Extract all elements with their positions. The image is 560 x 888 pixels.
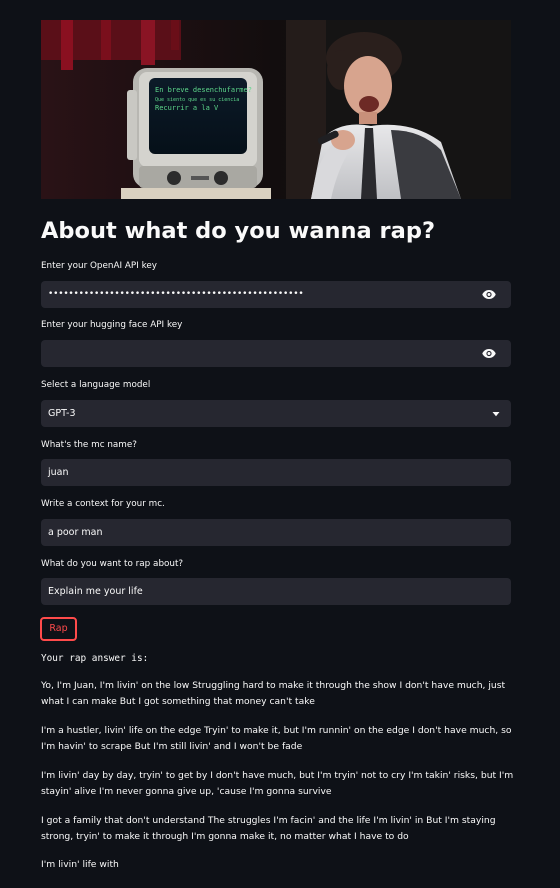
- rap-button[interactable]: Rap: [40, 617, 77, 641]
- answer-heading: Your rap answer is:: [41, 653, 149, 664]
- svg-text:Recurrir a la V: Recurrir a la V: [155, 104, 219, 112]
- model-select-label: Select a language model: [41, 380, 151, 390]
- answer-paragraph: I'm livin' day by day, tryin' to get by …: [41, 770, 514, 797]
- svg-text:En breve desenchufarme?: En breve desenchufarme?: [155, 86, 252, 94]
- eye-icon[interactable]: [482, 348, 496, 359]
- app-page: En breve desenchufarme? Que siento que e…: [0, 0, 560, 888]
- answer-paragraph: Yo, I'm Juan, I'm livin' on the low Stru…: [41, 680, 506, 707]
- topic-label: What do you want to rap about?: [41, 559, 184, 569]
- openai-key-value: ••••••••••••••••••••••••••••••••••••••••…: [48, 289, 304, 299]
- context-input[interactable]: a poor man: [41, 519, 511, 546]
- eye-icon[interactable]: [482, 289, 496, 300]
- openai-key-input[interactable]: ••••••••••••••••••••••••••••••••••••••••…: [41, 281, 511, 308]
- model-select[interactable]: GPT-3: [41, 400, 511, 427]
- crt-monitor: En breve desenchufarme? Que siento que e…: [121, 68, 271, 199]
- mc-name-value: juan: [48, 467, 69, 478]
- hf-key-input[interactable]: [41, 340, 511, 367]
- context-value: a poor man: [48, 527, 103, 538]
- answer-paragraph: I got a family that don't understand The…: [41, 815, 496, 842]
- hf-key-label: Enter your hugging face API key: [41, 320, 183, 330]
- model-select-value: GPT-3: [48, 408, 76, 419]
- mc-name-input[interactable]: juan: [41, 459, 511, 486]
- svg-text:Que siento que es su ciencia: Que siento que es su ciencia: [155, 97, 239, 103]
- context-label: Write a context for your mc.: [41, 499, 165, 509]
- answer-paragraph: I'm a hustler, livin' life on the edge T…: [41, 725, 512, 752]
- banner-image: En breve desenchufarme? Que siento que e…: [41, 20, 511, 199]
- topic-input[interactable]: Explain me your life: [41, 578, 511, 605]
- topic-value: Explain me your life: [48, 586, 143, 597]
- page-title: About what do you wanna rap?: [41, 218, 435, 244]
- mc-name-label: What's the mc name?: [41, 440, 137, 450]
- openai-key-label: Enter your OpenAI API key: [41, 261, 158, 271]
- answer-paragraph: I'm livin' life with: [41, 859, 119, 870]
- chevron-down-icon[interactable]: [492, 411, 500, 417]
